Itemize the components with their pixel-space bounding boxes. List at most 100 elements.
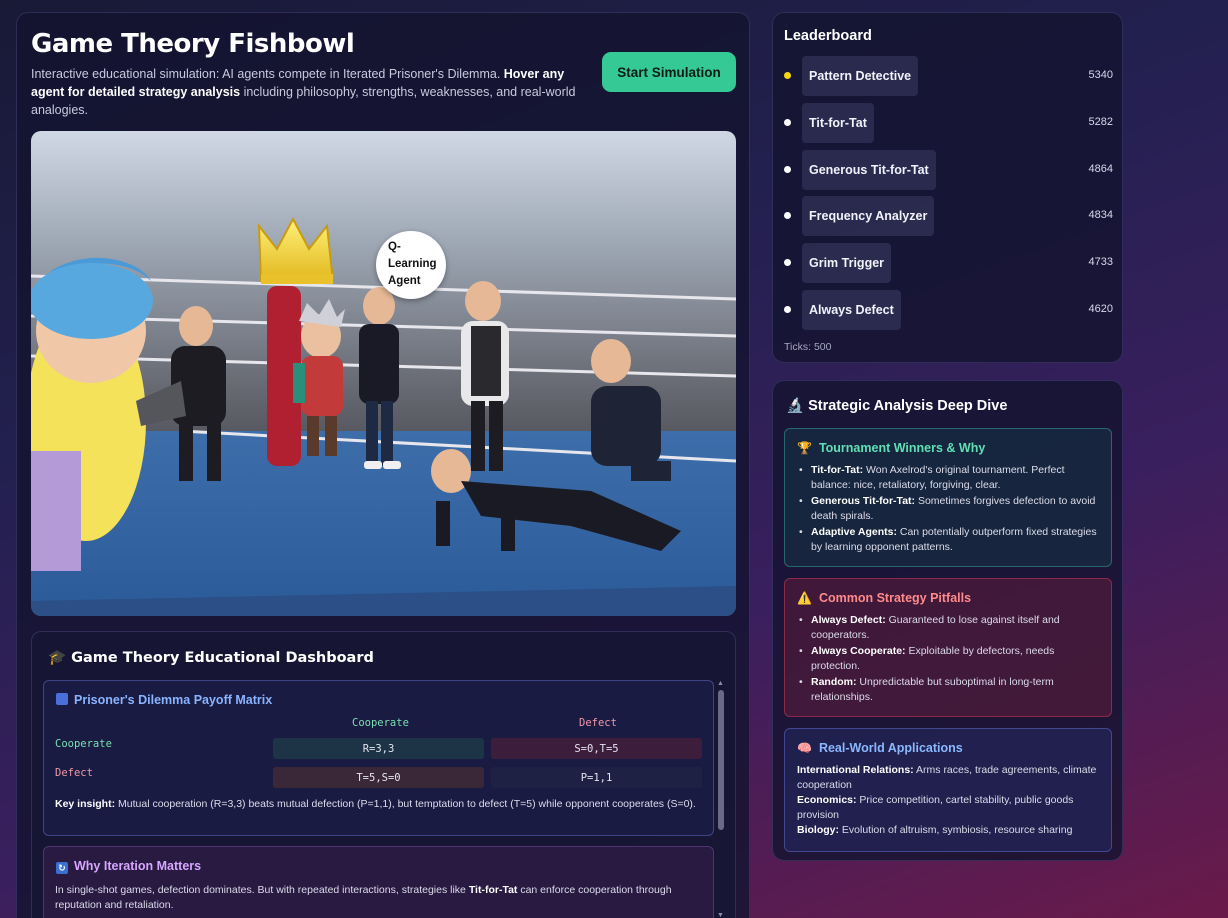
pitfalls-card: ⚠️ Common Strategy Pitfalls Always Defect… <box>784 578 1112 717</box>
row-header-defect: Defect <box>55 767 93 779</box>
subtitle-text: Interactive educational simulation: AI a… <box>31 67 504 81</box>
dashboard-scrollbar[interactable] <box>718 690 724 830</box>
analysis-title: 🔬 Strategic Analysis Deep Dive <box>786 397 1007 414</box>
analysis-list-item: Generous Tit-for-Tat: Sometimes forgives… <box>797 494 1099 523</box>
scroll-up-icon[interactable]: ▲ <box>717 680 724 687</box>
application-item-label: Biology: <box>797 824 839 836</box>
analysis-list-item: Always Cooperate: Exploitable by defecto… <box>797 644 1099 673</box>
start-simulation-button[interactable]: Start Simulation <box>602 52 736 92</box>
rank-dot-icon <box>784 212 791 220</box>
analysis-item-label: Tit-for-Tat: <box>811 464 864 476</box>
payoff-cell-cd: S=0,T=5 <box>491 738 702 759</box>
trophy-icon: 🏆 <box>797 441 812 455</box>
leaderboard-row[interactable]: Grim Trigger 4733 <box>773 243 1124 284</box>
analysis-item-label: Always Defect: <box>811 614 886 626</box>
iteration-text: In single-shot games, defection dominate… <box>55 883 705 912</box>
simulation-scene[interactable]: Q- Learning Agent <box>31 131 736 616</box>
microscope-icon: 🔬 <box>786 398 805 414</box>
col-header-defect: Defect <box>579 717 617 729</box>
payoff-cell-cc: R=3,3 <box>273 738 484 759</box>
winners-card: 🏆 Tournament Winners & Why Tit-for-Tat: W… <box>784 428 1112 567</box>
scroll-down-icon[interactable]: ▼ <box>717 912 724 918</box>
leaderboard-agent-name[interactable]: Grim Trigger <box>802 243 892 284</box>
brain-icon: 🧠 <box>797 741 812 755</box>
rank-dot-icon <box>784 259 791 267</box>
iteration-heading: ↻ Why Iteration Matters <box>56 859 201 874</box>
leaderboard-score: 5282 <box>1088 115 1113 128</box>
iteration-text-emphasis: Tit-for-Tat <box>468 884 518 896</box>
leaderboard-agent-name[interactable]: Tit-for-Tat <box>802 102 874 143</box>
leaderboard-row[interactable]: Always Defect 4620 <box>773 290 1124 330</box>
bubble-line-1: Q- <box>388 241 401 253</box>
leaderboard-panel: Leaderboard Pattern Detective 5340 Tit-for… <box>772 12 1123 363</box>
leaderboard-row[interactable]: Frequency Analyzer 4834 <box>773 196 1124 237</box>
leaderboard-row[interactable]: Generous Tit-for-Tat 4864 <box>773 149 1124 190</box>
analysis-list-item: Random: Unpredictable but suboptimal in … <box>797 675 1099 704</box>
app-title: Game Theory Fishbowl <box>31 29 355 59</box>
analysis-item-label: Generous Tit-for-Tat: <box>811 495 916 507</box>
application-item-label: International Relations: <box>797 764 914 776</box>
applications-heading-text: Real-World Applications <box>818 741 963 755</box>
scene-canvas <box>31 131 736 616</box>
leaderboard-title: Leaderboard <box>784 28 872 44</box>
pitfalls-list: Always Defect: Guaranteed to lose agains… <box>797 613 1099 704</box>
winners-heading-text: Tournament Winners & Why <box>818 441 986 455</box>
edu-dashboard-title: 🎓 Game Theory Educational Dashboard <box>48 649 374 666</box>
leaderboard-agent-name[interactable]: Pattern Detective <box>802 56 919 96</box>
graduation-cap-icon: 🎓 <box>48 650 67 666</box>
warning-icon: ⚠️ <box>797 591 812 605</box>
analysis-item-label: Adaptive Agents: <box>811 526 897 538</box>
payoff-matrix-title: Prisoner's Dilemma Payoff Matrix <box>74 693 273 707</box>
analysis-item-label: Random: <box>811 676 857 688</box>
analysis-panel: 🔬 Strategic Analysis Deep Dive 🏆 Tourname… <box>772 380 1123 861</box>
analysis-title-text: Strategic Analysis Deep Dive <box>808 398 1008 414</box>
edu-dashboard: 🎓 Game Theory Educational Dashboard Pris… <box>31 631 736 918</box>
edu-dashboard-title-text: Game Theory Educational Dashboard <box>71 650 374 666</box>
payoff-cell-dd: P=1,1 <box>491 767 702 788</box>
iteration-text-start: In single-shot games, defection dominate… <box>55 884 469 896</box>
leaderboard-score: 4620 <box>1088 303 1113 315</box>
application-item: Economics: Price competition, cartel sta… <box>797 793 1099 823</box>
leaderboard-score: 4864 <box>1088 162 1113 175</box>
bubble-line-3: Agent <box>388 275 421 287</box>
rank-dot-icon <box>784 306 791 313</box>
app-subtitle: Interactive educational simulation: AI a… <box>31 65 591 119</box>
payoff-cell-dc: T=5,S=0 <box>273 767 484 788</box>
main-panel: Game Theory Fishbowl Interactive educati… <box>16 12 750 918</box>
applications-heading: 🧠 Real-World Applications <box>797 741 1099 755</box>
leaderboard-score: 5340 <box>1088 69 1113 81</box>
application-item-text: Evolution of altruism, symbiosis, resour… <box>839 824 1073 836</box>
pitfalls-heading-text: Common Strategy Pitfalls <box>818 591 972 605</box>
repeat-icon: ↻ <box>56 862 68 874</box>
winners-heading: 🏆 Tournament Winners & Why <box>797 441 1099 455</box>
applications-card: 🧠 Real-World Applications International R… <box>784 728 1112 852</box>
col-header-cooperate: Cooperate <box>352 717 409 729</box>
leaderboard-score: 4834 <box>1088 209 1113 222</box>
analysis-list-item: Tit-for-Tat: Won Axelrod's original tour… <box>797 463 1099 492</box>
analysis-list-item: Always Defect: Guaranteed to lose agains… <box>797 613 1099 642</box>
analysis-list-item: Adaptive Agents: Can potentially outperf… <box>797 525 1099 554</box>
key-insight-text: Mutual cooperation (R=3,3) beats mutual … <box>115 798 696 810</box>
leaderboard-row[interactable]: Pattern Detective 5340 <box>773 56 1124 96</box>
application-item: Biology: Evolution of altruism, symbiosi… <box>797 823 1099 838</box>
tick-counter: Ticks: 500 <box>784 341 832 353</box>
winners-list: Tit-for-Tat: Won Axelrod's original tour… <box>797 463 1099 554</box>
key-insight-label: Key insight: <box>55 798 116 810</box>
applications-list: International Relations: Arms races, tra… <box>797 763 1099 838</box>
leaderboard-agent-name[interactable]: Always Defect <box>802 290 901 330</box>
row-header-cooperate: Cooperate <box>55 738 112 750</box>
leaderboard-row[interactable]: Tit-for-Tat 5282 <box>773 102 1124 143</box>
payoff-matrix-heading: Prisoner's Dilemma Payoff Matrix <box>56 693 272 707</box>
analysis-item-label: Always Cooperate: <box>811 645 906 657</box>
application-item-label: Economics: <box>797 794 857 806</box>
leaderboard-agent-name[interactable]: Frequency Analyzer <box>802 196 935 237</box>
key-insight: Key insight: Mutual cooperation (R=3,3) … <box>55 797 705 811</box>
iteration-title: Why Iteration Matters <box>74 859 202 873</box>
rank-dot-icon <box>784 72 791 79</box>
iteration-card: ↻ Why Iteration Matters In single-shot ga… <box>43 846 714 918</box>
agent-label-bubble[interactable]: Q- Learning Agent <box>376 231 446 299</box>
bubble-line-2: Learning <box>388 258 437 270</box>
rank-dot-icon <box>784 165 791 173</box>
bar-chart-icon <box>56 693 68 705</box>
leaderboard-agent-name[interactable]: Generous Tit-for-Tat <box>802 149 936 190</box>
